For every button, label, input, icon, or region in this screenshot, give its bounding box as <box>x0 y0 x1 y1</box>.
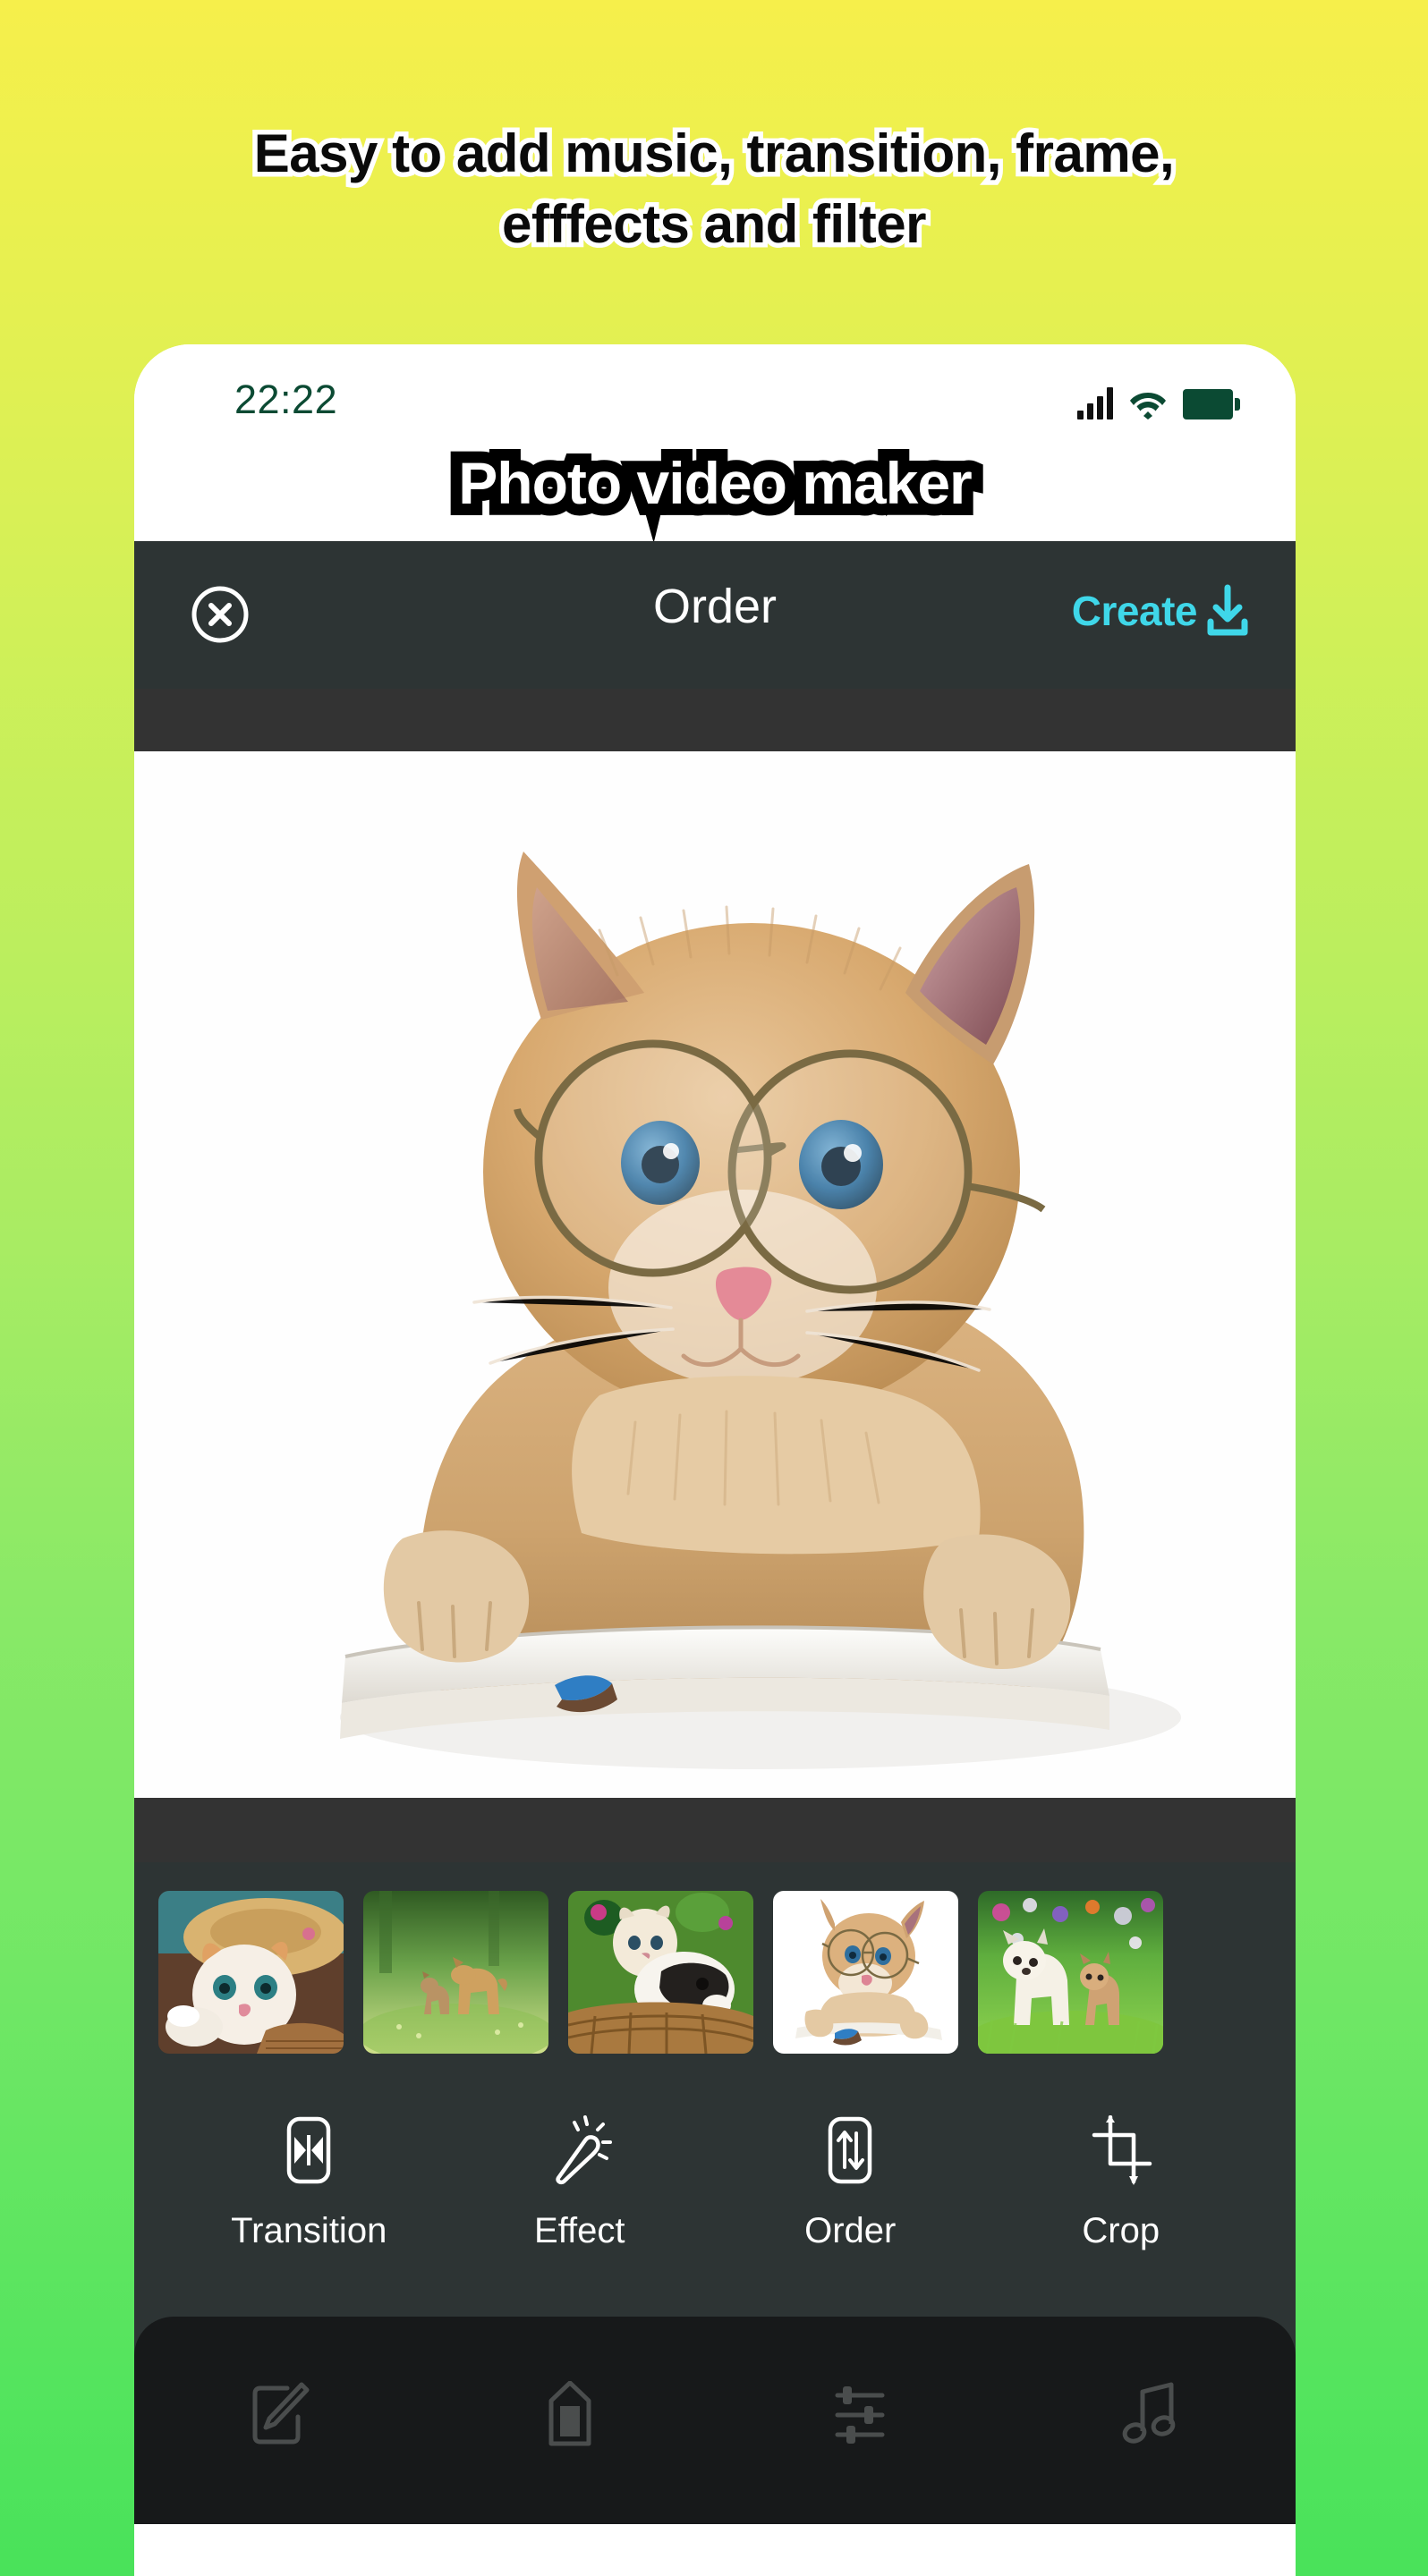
tool-order[interactable]: Order <box>715 2113 986 2251</box>
tool-order-label: Order <box>804 2211 897 2250</box>
app-title-container: Photo video maker <box>134 442 1296 541</box>
thumbnail-item[interactable] <box>568 1891 753 2054</box>
nav-item-edit[interactable] <box>134 2381 425 2453</box>
editor-toolbar: Order Create <box>134 541 1296 689</box>
tool-effect-label: Effect <box>533 2211 625 2250</box>
download-icon <box>1203 584 1253 638</box>
thumbnail-strip[interactable] <box>134 1862 1296 2054</box>
frame-icon <box>539 2380 601 2453</box>
bottom-nav-bar <box>134 2317 1296 2524</box>
reorder-icon <box>715 2113 986 2188</box>
adjust-sliders-icon <box>829 2381 891 2453</box>
signal-bars-icon <box>1077 387 1113 419</box>
create-button-label: Create <box>1071 588 1198 634</box>
music-note-icon <box>1119 2381 1182 2453</box>
status-bar-icons <box>1077 378 1240 419</box>
promo-headline: Easy to add music, transition, frame, ef… <box>249 118 1179 258</box>
crop-icon <box>986 2113 1257 2188</box>
wifi-icon <box>1129 387 1167 419</box>
thumbnail-item[interactable] <box>158 1891 344 2054</box>
toolbar-sub-band <box>134 689 1296 751</box>
phone-mockup: 22:22 Photo video maker Order Create Tra… <box>134 344 1296 2576</box>
tool-transition-label: Transition <box>231 2211 387 2250</box>
preview-stage[interactable] <box>134 751 1296 1798</box>
tool-effect[interactable]: Effect <box>445 2113 716 2251</box>
create-button[interactable]: Create <box>1072 584 1253 638</box>
editor-lower-panel: Transition Effect Order Crop <box>134 1862 1296 2524</box>
tool-transition[interactable]: Transition <box>174 2113 445 2251</box>
status-bar-time: 22:22 <box>234 377 338 422</box>
tool-row: Transition Effect Order Crop <box>134 2054 1296 2251</box>
thumbnail-item-selected[interactable] <box>773 1891 958 2054</box>
battery-icon <box>1183 389 1240 419</box>
tool-crop[interactable]: Crop <box>986 2113 1257 2251</box>
nav-item-music[interactable] <box>1006 2381 1296 2453</box>
thumbnail-item[interactable] <box>978 1891 1163 2054</box>
tool-crop-label: Crop <box>1082 2211 1160 2250</box>
edit-icon <box>248 2381 310 2453</box>
thumbnail-item[interactable] <box>363 1891 548 2054</box>
nav-item-adjust[interactable] <box>715 2381 1006 2453</box>
nav-item-frame[interactable] <box>425 2380 716 2453</box>
transition-icon <box>174 2113 445 2188</box>
magic-wand-icon <box>445 2113 716 2188</box>
status-bar: 22:22 <box>134 344 1296 452</box>
app-title: Photo video maker <box>446 442 983 524</box>
thumbnail-gap-band <box>134 1798 1296 1862</box>
